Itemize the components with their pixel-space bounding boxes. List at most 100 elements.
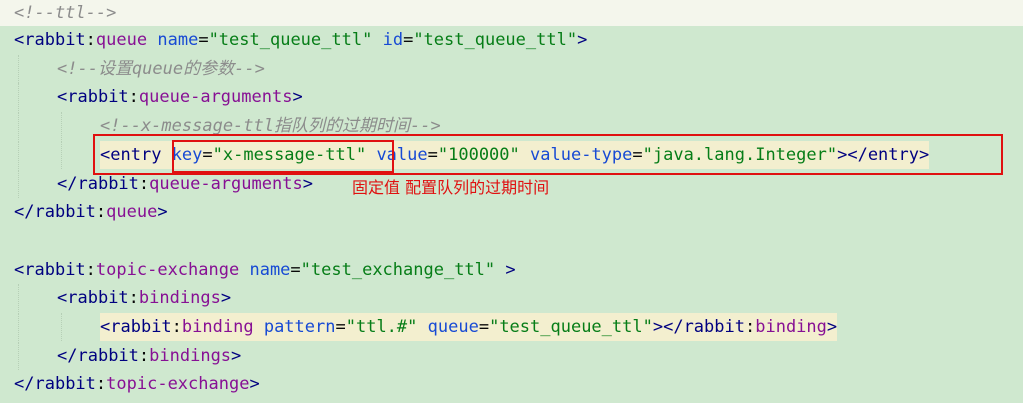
- code-token: >: [302, 173, 313, 194]
- code-token: >: [292, 87, 303, 108]
- code-editor[interactable]: <!--ttl--> <rabbit:queue name="test_queue…: [0, 0, 1023, 403]
- indent-guide: [18, 313, 19, 341]
- code-token: queue-arguments: [138, 87, 293, 108]
- code-token: >: [495, 259, 516, 280]
- code-token: >: [249, 374, 260, 395]
- code-token: pattern: [263, 317, 336, 337]
- code-text: <rabbit:topic-exchange name="test_exchan…: [14, 256, 516, 284]
- code-token: rabbit: [77, 345, 139, 366]
- code-token: :: [95, 202, 107, 223]
- code-token: rabbit: [24, 30, 86, 50]
- code-token: binding: [181, 317, 254, 337]
- code-token: topic-exchange: [95, 259, 240, 280]
- code-token: <: [14, 30, 25, 50]
- code-token: ></: [652, 317, 684, 337]
- key-highlight-box: [172, 140, 394, 173]
- code-token: queue: [427, 317, 479, 337]
- code-line[interactable]: <!--设置queue的参数-->: [0, 54, 1023, 83]
- code-token: </: [57, 345, 78, 366]
- code-token: rabbit: [67, 87, 129, 108]
- code-line[interactable]: <rabbit:binding pattern="ttl.#" queue="t…: [0, 313, 1023, 341]
- code-token: bindings: [149, 345, 232, 366]
- code-token: :: [138, 173, 150, 194]
- code-token: rabbit: [67, 288, 129, 309]
- code-token: queue: [106, 202, 158, 223]
- code-token: <: [57, 288, 68, 309]
- code-line[interactable]: </rabbit:queue>: [0, 198, 1023, 226]
- indent-guide: [18, 83, 19, 112]
- code-token: topic-exchange: [106, 374, 250, 395]
- code-token: name: [157, 30, 199, 50]
- indent-guide: [18, 341, 19, 370]
- code-text: <rabbit:bindings>: [57, 284, 231, 312]
- code-line[interactable]: <rabbit:queue name="test_queue_ttl" id="…: [0, 26, 1023, 54]
- code-token: :: [171, 317, 182, 337]
- code-token: >: [231, 345, 242, 366]
- code-token: <: [100, 317, 111, 337]
- code-token: >: [220, 288, 232, 309]
- code-token: =: [478, 317, 490, 337]
- indent-guide: [61, 112, 62, 141]
- code-token: rabbit: [77, 173, 139, 194]
- code-token: bindings: [138, 288, 221, 309]
- code-token: rabbit: [110, 317, 172, 337]
- code-token: =: [403, 30, 414, 50]
- indent-guide: [61, 313, 62, 341]
- code-token: </: [14, 202, 35, 223]
- code-token: rabbit: [34, 202, 96, 223]
- code-token: <: [57, 87, 68, 108]
- code-token: <!--设置queue的参数-->: [57, 58, 265, 79]
- code-text: </rabbit:topic-exchange>: [14, 370, 260, 398]
- code-token: <!--ttl-->: [14, 3, 117, 23]
- code-line[interactable]: </rabbit:topic-exchange>: [0, 370, 1023, 398]
- code-token: :: [138, 345, 150, 366]
- code-text: <!--设置queue的参数-->: [57, 55, 265, 83]
- indent-guide: [18, 284, 19, 313]
- code-token: name: [249, 259, 291, 280]
- code-line[interactable]: <rabbit:bindings>: [0, 284, 1023, 313]
- code-token: >: [577, 30, 588, 50]
- indent-guide: [18, 169, 19, 198]
- code-token: "test_queue_ttl": [208, 30, 373, 50]
- code-token: rabbit: [24, 259, 86, 280]
- code-line[interactable]: <!--ttl-->: [0, 0, 1023, 26]
- code-token: queue: [95, 30, 148, 50]
- code-token: :: [128, 288, 139, 309]
- code-token: =: [290, 259, 301, 280]
- code-token: >: [157, 202, 168, 223]
- code-text: <rabbit:queue-arguments>: [57, 83, 303, 111]
- indent-guide: [18, 112, 19, 141]
- code-token: "test_queue_ttl": [413, 30, 578, 50]
- code-token: "test_queue_ttl": [489, 317, 653, 337]
- code-text: </rabbit:queue>: [14, 198, 168, 226]
- code-token: =: [335, 317, 346, 337]
- code-token: rabbit: [34, 374, 96, 395]
- code-token: :: [744, 317, 756, 337]
- code-line[interactable]: [0, 227, 1023, 255]
- code-token: :: [95, 374, 107, 395]
- code-line[interactable]: </rabbit:bindings>: [0, 341, 1023, 370]
- code-token: :: [128, 87, 139, 108]
- annotation-note: 固定值 配置队列的过期时间: [352, 178, 550, 197]
- code-token: >: [826, 317, 838, 337]
- code-text: <rabbit:binding pattern="ttl.#" queue="t…: [100, 313, 838, 341]
- code-token: :: [85, 259, 96, 280]
- code-token: </: [57, 173, 78, 194]
- code-token: "test_exchange_ttl": [300, 259, 496, 280]
- code-text: <!--ttl-->: [14, 0, 116, 26]
- code-token: id: [382, 30, 404, 50]
- code-line[interactable]: <rabbit:queue-arguments>: [0, 83, 1023, 112]
- code-token: :: [85, 30, 96, 50]
- indent-guide: [18, 140, 19, 169]
- indent-guide: [61, 140, 62, 169]
- code-token: </: [14, 374, 35, 395]
- code-token: <: [14, 259, 25, 280]
- code-token: "ttl.#": [345, 317, 418, 337]
- code-line[interactable]: <rabbit:topic-exchange name="test_exchan…: [0, 256, 1023, 284]
- code-token: rabbit: [683, 317, 745, 337]
